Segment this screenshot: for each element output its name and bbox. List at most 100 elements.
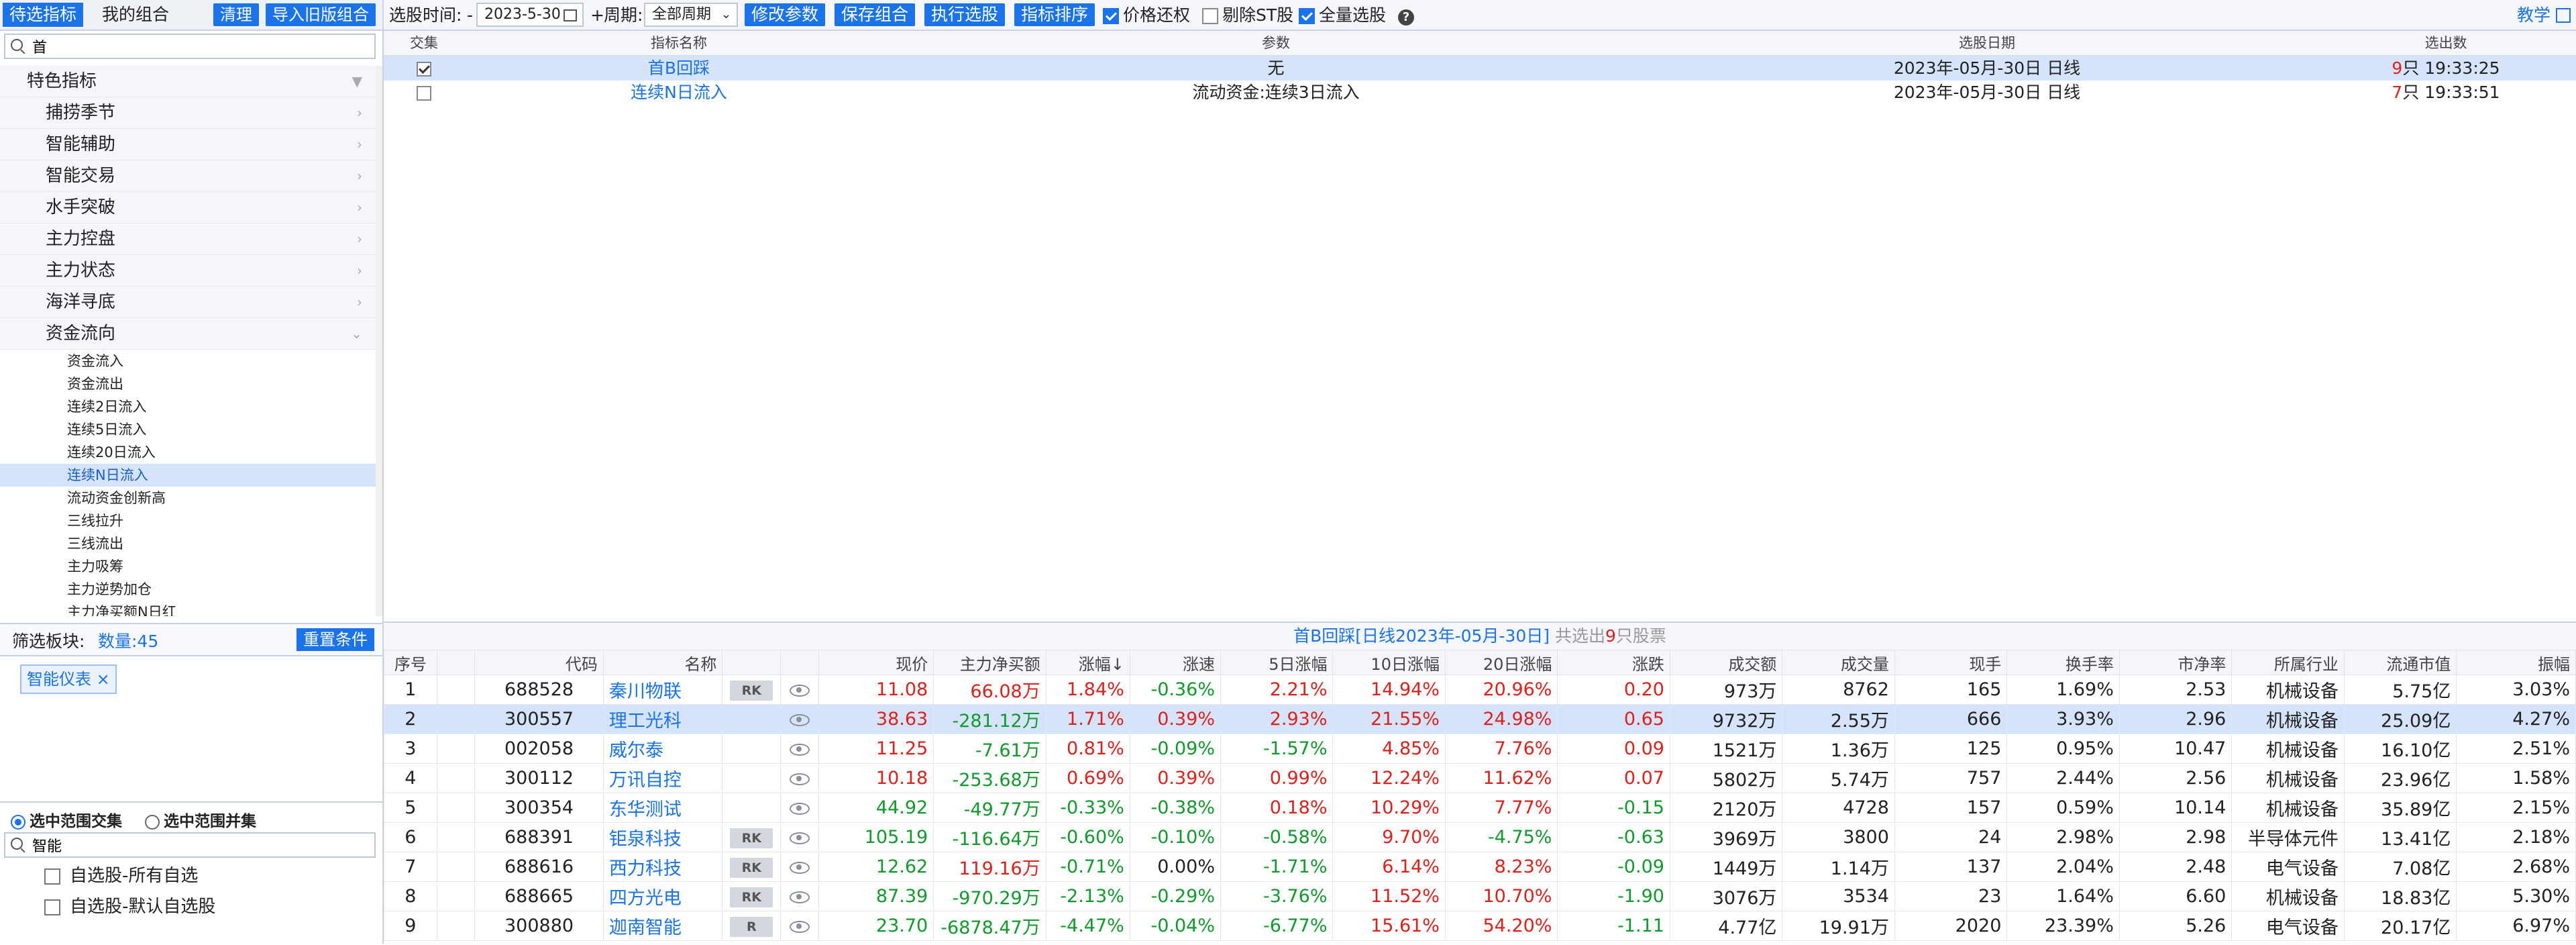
col-turnover[interactable]: 换手率 (2006, 650, 2120, 675)
eye-icon[interactable] (789, 861, 810, 874)
tree-group[interactable]: 智能辅助 › (0, 129, 376, 160)
eye-icon[interactable] (789, 891, 810, 903)
stock-name[interactable]: 四方光电 (602, 881, 723, 911)
col-amplitude[interactable]: 振幅 (2456, 650, 2576, 675)
tree-leaf[interactable]: 连续2日流入 (0, 395, 376, 418)
checkbox[interactable] (1202, 8, 1218, 24)
tree-leaf[interactable]: 资金流入 (0, 350, 376, 372)
view-cell[interactable] (780, 704, 819, 734)
sector-list-item[interactable]: 自选股-所有自选 (0, 860, 382, 891)
tree-leaf[interactable]: 主力逆势加仓 (0, 578, 376, 601)
col-5d[interactable]: 5日涨幅 (1220, 650, 1334, 675)
eye-icon[interactable] (789, 773, 810, 785)
eye-icon[interactable] (789, 920, 810, 933)
clear-button[interactable]: 清理 (213, 3, 259, 26)
tree-leaf[interactable]: 连续20日流入 (0, 441, 376, 464)
tutorial-link[interactable]: 教学 (2517, 4, 2571, 27)
checkbox[interactable] (44, 899, 60, 915)
tree-leaf[interactable]: 流动资金创新高 (0, 487, 376, 509)
stock-row[interactable]: 8 688665 四方光电 RK 87.39 -970.29万 -2.13% -0.29% -3… (384, 881, 2576, 911)
sector-list-item[interactable]: 自选股-默认自选股 (0, 891, 382, 922)
tree-scrollbar[interactable] (376, 66, 382, 616)
view-cell[interactable] (780, 793, 819, 823)
tree-leaf[interactable]: 三线流出 (0, 532, 376, 555)
exclude-st-check[interactable]: 剔除ST股 (1202, 4, 1293, 27)
stock-name[interactable]: 迦南智能 (602, 911, 723, 941)
tree-leaf[interactable]: 主力吸筹 (0, 555, 376, 578)
col-diff[interactable]: 涨跌 (1557, 650, 1670, 675)
checkbox-checked[interactable] (417, 62, 431, 77)
view-cell[interactable] (780, 852, 819, 882)
run-screening-button[interactable]: 执行选股 (924, 3, 1006, 26)
indicator-name[interactable]: 首B回踩 (464, 56, 894, 81)
import-old-portfolio-button[interactable]: 导入旧版组合 (266, 3, 376, 26)
tree-group-open[interactable]: 资金流向 ⌄ (0, 318, 376, 350)
stock-name[interactable]: 理工光科 (602, 704, 723, 734)
stock-row[interactable]: 3 002058 威尔泰 11.25 -7.61万 0.81% -0.09% -1.57% 4.… (384, 734, 2576, 764)
date-picker[interactable]: 2023-5-30 (476, 3, 584, 27)
checkbox-checked[interactable] (1299, 8, 1315, 24)
tree-group[interactable]: 主力控盘 › (0, 223, 376, 255)
help-icon[interactable]: ? (1398, 4, 1414, 27)
col-volume[interactable]: 成交量 (1782, 650, 1895, 675)
stock-row[interactable]: 7 688616 西力科技 RK 12.62 119.16万 -0.71% 0.00% -1.7… (384, 852, 2576, 882)
col-price[interactable]: 现价 (818, 650, 934, 675)
stock-name[interactable]: 威尔泰 (602, 734, 723, 764)
indicator-row-selected[interactable]: 首B回踩 无 2023年-05月-30日 日线 9只 19:33:25 (384, 56, 2576, 81)
stock-row[interactable]: 4 300112 万讯自控 10.18 -253.68万 0.69% 0.39% 0.99% 1… (384, 763, 2576, 793)
checkbox[interactable] (44, 868, 60, 885)
stock-row[interactable]: 9 300880 迦南智能 R 23.70 -6878.47万 -4.47% -0.04% -6… (384, 911, 2576, 941)
indicator-name[interactable]: 连续N日流入 (464, 81, 894, 105)
tab-my-portfolio[interactable]: 我的组合 (95, 3, 176, 27)
sector-search-input[interactable] (31, 834, 356, 856)
sort-indicators-button[interactable]: 指标排序 (1014, 3, 1095, 26)
tree-group[interactable]: 捕捞季节 › (0, 97, 376, 129)
checkbox[interactable] (417, 86, 431, 101)
tree-group[interactable]: 智能交易 › (0, 160, 376, 192)
col-cap[interactable]: 流通市值 (2343, 650, 2457, 675)
stock-name[interactable]: 秦川物联 (602, 675, 723, 705)
col-speed[interactable]: 涨速 (1129, 650, 1222, 675)
stock-row[interactable]: 1 688528 秦川物联 RK 11.08 66.08万 1.84% -0.36% 2.21%… (384, 675, 2576, 705)
eye-icon[interactable] (789, 802, 810, 815)
price-restore-check[interactable]: 价格还权 (1103, 4, 1190, 27)
stock-row[interactable]: 5 300354 东华测试 44.92 -49.77万 -0.33% -0.38% 0.18%… (384, 793, 2576, 823)
col-net-buy[interactable]: 主力净买额 (933, 650, 1046, 675)
view-cell[interactable] (780, 881, 819, 911)
tree-leaf[interactable]: 主力净买额N日红 (0, 601, 376, 616)
col-amount[interactable]: 成交额 (1669, 650, 1783, 675)
tree-leaf-selected[interactable]: 连续N日流入 (0, 464, 376, 487)
stock-name[interactable]: 万讯自控 (602, 763, 723, 793)
modify-params-button[interactable]: 修改参数 (745, 3, 826, 26)
eye-icon[interactable] (789, 713, 810, 726)
col-industry[interactable]: 所属行业 (2231, 650, 2345, 675)
indicator-row[interactable]: 连续N日流入 流动资金:连续3日流入 2023年-05月-30日 日线 7只 1… (384, 81, 2576, 105)
save-portfolio-button[interactable]: 保存组合 (835, 3, 916, 26)
stock-name[interactable]: 东华测试 (602, 793, 723, 823)
tree-group[interactable]: 海洋寻底 › (0, 287, 376, 318)
stock-row-selected[interactable]: 2 300557 理工光科 38.63 -281.12万 1.71% 0.39% 2.93% 2… (384, 704, 2576, 734)
tree-root[interactable]: 特色指标 ▼ (0, 66, 376, 97)
col-change[interactable]: 涨幅↓ (1045, 650, 1130, 675)
tree-leaf[interactable]: 资金流出 (0, 372, 376, 395)
stock-name[interactable]: 钜泉科技 (602, 822, 723, 852)
view-cell[interactable] (780, 734, 819, 764)
view-cell[interactable] (780, 675, 819, 705)
col-10d[interactable]: 10日涨幅 (1332, 650, 1446, 675)
col-pb[interactable]: 市净率 (2118, 650, 2233, 675)
view-cell[interactable] (780, 763, 819, 793)
view-cell[interactable] (780, 911, 819, 941)
tree-group[interactable]: 主力状态 › (0, 255, 376, 287)
checkbox-checked[interactable] (1103, 8, 1119, 24)
col-20d[interactable]: 20日涨幅 (1444, 650, 1558, 675)
stock-row[interactable]: 6 688391 钜泉科技 RK 105.19 -116.64万 -0.60% -0.10% -… (384, 822, 2576, 852)
stock-name[interactable]: 西力科技 (602, 852, 723, 882)
close-icon[interactable]: × (97, 670, 110, 689)
sector-tag[interactable]: 智能仪表 × (20, 664, 117, 694)
col-hand[interactable]: 现手 (1894, 650, 2008, 675)
eye-icon[interactable] (789, 684, 810, 697)
tree-group[interactable]: 水手突破 › (0, 192, 376, 223)
tab-pending-indicators[interactable]: 待选指标 (3, 3, 84, 27)
tree-leaf[interactable]: 连续5日流入 (0, 418, 376, 441)
radio-intersect[interactable]: 选中范围交集 (11, 808, 122, 831)
